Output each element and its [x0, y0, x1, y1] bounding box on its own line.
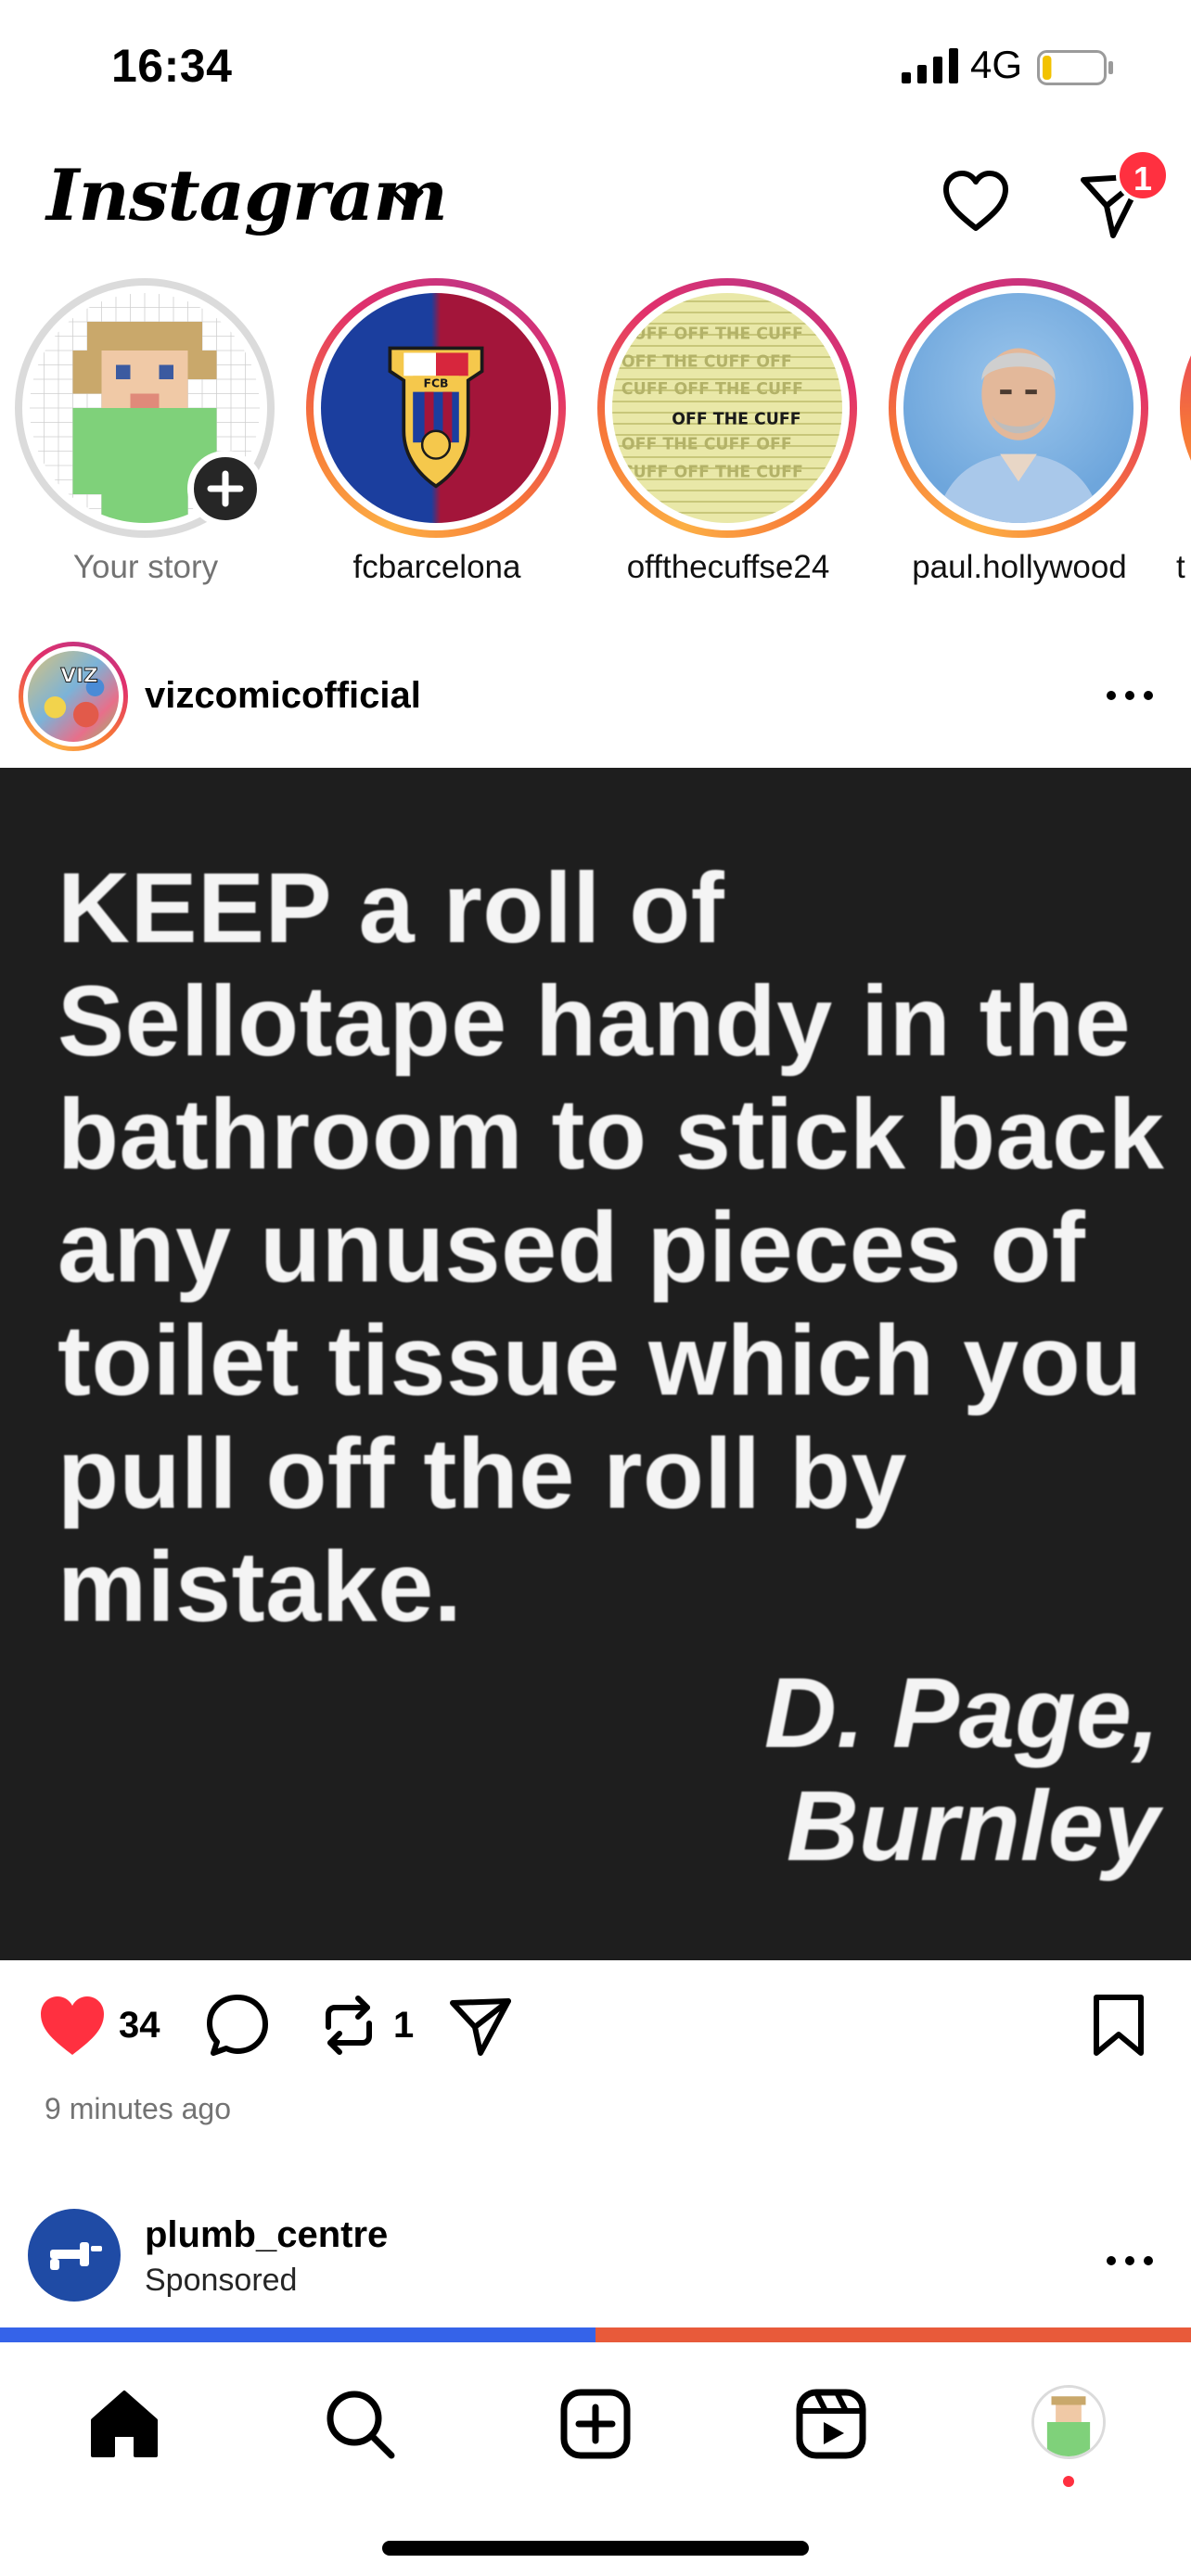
- story-label: paul.hollywood: [912, 549, 1127, 585]
- post-author-avatar[interactable]: VIZ: [19, 642, 128, 751]
- sponsor-avatar[interactable]: [28, 2209, 121, 2302]
- search-icon[interactable]: [321, 2385, 399, 2463]
- story-your-story[interactable]: Your story: [2, 274, 275, 590]
- dm-unread-badge: 1: [1116, 148, 1170, 202]
- stories-tray: Your story FCB fcbarcelona CUFF OFF THE …: [0, 274, 1191, 590]
- svg-text:CUFF OFF THE CUFF: CUFF OFF THE CUFF: [621, 325, 803, 344]
- more-options-icon[interactable]: [1104, 2242, 1156, 2279]
- progress-fill: [0, 2327, 596, 2342]
- profile-tab-avatar[interactable]: [1031, 2385, 1106, 2459]
- post-quote-text: KEEP a roll of Sellotape handy in the ba…: [58, 851, 1165, 1642]
- post-actions: 34 1: [0, 1984, 1191, 2068]
- story-offthecuffse24[interactable]: CUFF OFF THE CUFF OFF THE CUFF OFF CUFF …: [584, 274, 857, 590]
- like-count[interactable]: 34: [119, 2005, 160, 2047]
- post-image[interactable]: KEEP a roll of Sellotape handy in the ba…: [0, 768, 1191, 1960]
- sponsored-progress-bar: [0, 2327, 1191, 2342]
- repost-icon[interactable]: [315, 1992, 382, 2059]
- svg-text:CUFF OFF THE CUFF: CUFF OFF THE CUFF: [621, 380, 803, 399]
- add-story-button[interactable]: [187, 451, 263, 527]
- cellular-signal-icon: [902, 48, 958, 83]
- comment-icon[interactable]: [204, 1992, 271, 2059]
- story-label: Your story: [72, 549, 219, 585]
- battery-icon: [1037, 50, 1113, 85]
- svg-text:OFF THE CUFF OFF: OFF THE CUFF OFF: [621, 352, 792, 371]
- svg-text:OFF THE CUFF: OFF THE CUFF: [672, 410, 800, 428]
- home-indicator: [382, 2541, 809, 2556]
- notifications-heart-icon[interactable]: [941, 167, 1011, 237]
- story-paul-hollywood[interactable]: paul.hollywood: [876, 274, 1148, 590]
- status-time: 16:34: [111, 40, 233, 92]
- status-bar: 16:34 4G: [0, 0, 1191, 130]
- sponsored-post-header: plumb_centre Sponsored: [0, 2198, 1191, 2318]
- bookmark-icon[interactable]: [1085, 1992, 1152, 2059]
- home-icon[interactable]: [85, 2385, 163, 2463]
- story-label: fcbarcelona: [352, 549, 521, 585]
- post-username[interactable]: vizcomicofficial: [145, 675, 421, 717]
- sponsor-username[interactable]: plumb_centre: [145, 2214, 388, 2256]
- person-avatar: [903, 293, 1133, 523]
- svg-text:OFF THE CUFF OFF: OFF THE CUFF OFF: [621, 436, 792, 454]
- story-label: offthecuffse24: [626, 549, 830, 585]
- post-timestamp: 9 minutes ago: [45, 2092, 232, 2125]
- quote-author-town: Burnley: [786, 1769, 1159, 1881]
- fcb-crest-avatar: FCB: [321, 293, 551, 523]
- tap-logo-icon: [50, 2242, 102, 2270]
- app-header: Instagram 1: [0, 139, 1191, 260]
- quote-author-name: D. Page,: [763, 1656, 1159, 1768]
- reels-icon[interactable]: [792, 2385, 870, 2463]
- post-quote-author: D. Page, Burnley: [325, 1656, 1159, 1882]
- story-partial[interactable]: t: [1167, 274, 1191, 590]
- off-the-cuff-avatar: CUFF OFF THE CUFF OFF THE CUFF OFF CUFF …: [612, 293, 842, 523]
- story-fcbarcelona[interactable]: FCB fcbarcelona: [293, 274, 566, 590]
- more-options-icon[interactable]: [1104, 677, 1156, 714]
- story-label: t: [1176, 549, 1185, 585]
- create-post-icon[interactable]: [557, 2385, 634, 2463]
- like-heart-icon[interactable]: [37, 1994, 108, 2059]
- svg-text:FCB: FCB: [423, 376, 448, 390]
- profile-notification-dot: [1063, 2476, 1074, 2487]
- plus-icon: [207, 470, 244, 507]
- chevron-down-icon[interactable]: [390, 187, 425, 211]
- repost-count[interactable]: 1: [393, 2005, 414, 2047]
- network-type: 4G: [970, 43, 1023, 86]
- sponsored-label: Sponsored: [145, 2263, 298, 2298]
- svg-text:CUFF OFF THE CUFF: CUFF OFF THE CUFF: [621, 463, 803, 481]
- post-header: VIZ vizcomicofficial: [0, 640, 1191, 751]
- instagram-logo[interactable]: Instagram: [46, 154, 448, 236]
- svg-text:VIZ: VIZ: [60, 664, 97, 687]
- share-icon[interactable]: [447, 1994, 514, 2059]
